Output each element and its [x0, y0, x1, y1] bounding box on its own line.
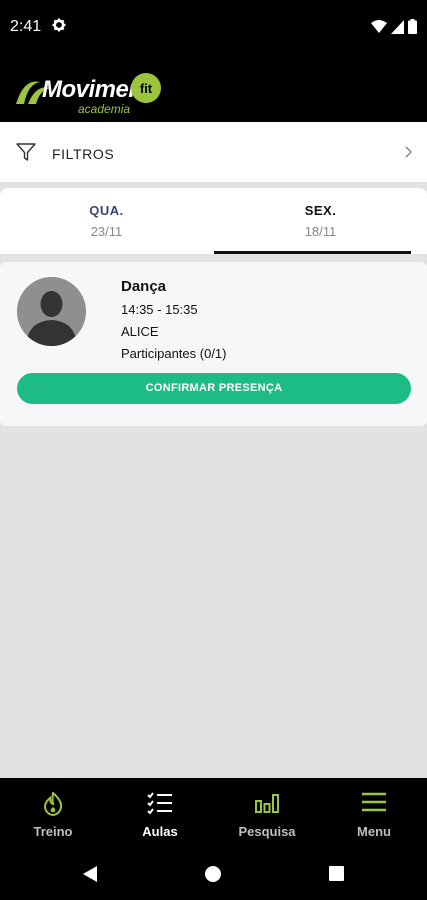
recents-icon[interactable]: [329, 866, 344, 881]
nav-label: Treino: [33, 824, 73, 839]
nav-item-treino[interactable]: Treino: [0, 778, 106, 848]
active-tab-indicator: [214, 251, 411, 254]
hamburger-menu-icon: [362, 792, 386, 812]
signal-icon: [391, 19, 404, 34]
back-icon[interactable]: [82, 865, 98, 883]
bar-chart-icon: [255, 794, 279, 813]
filter-icon: [16, 143, 36, 161]
battery-icon: [408, 19, 417, 34]
nav-label: Menu: [357, 824, 391, 839]
logo-subtext: academia: [78, 102, 131, 116]
tab-day-label: SEX.: [304, 203, 337, 218]
tab-date-label: 18/11: [304, 224, 337, 239]
class-instructor: ALICE: [121, 324, 159, 339]
nav-item-aulas[interactable]: Aulas: [107, 778, 213, 848]
nav-label: Pesquisa: [238, 824, 296, 839]
class-card: Dança 14:35 - 15:35 ALICE Participantes …: [0, 262, 427, 426]
instructor-avatar: [17, 277, 86, 346]
system-nav-bar: [0, 848, 427, 900]
nav-item-menu[interactable]: Menu: [321, 778, 427, 848]
tab-sex[interactable]: SEX. 18/11: [214, 188, 427, 254]
person-silhouette-icon: [17, 277, 86, 346]
nav-label: Aulas: [142, 824, 178, 839]
filters-label: FILTROS: [52, 146, 115, 162]
class-name: Dança: [121, 278, 167, 295]
bottom-nav: Treino Aulas Pesquisa Menu: [0, 778, 427, 848]
tab-date-label: 23/11: [90, 224, 123, 239]
app-header: Moviment fit academia: [0, 56, 427, 122]
tab-day-label: QUA.: [89, 203, 124, 218]
tab-qua[interactable]: QUA. 23/11: [0, 188, 213, 254]
checklist-icon: [147, 792, 172, 814]
class-time: 14:35 - 15:35: [121, 302, 198, 317]
settings-icon: [52, 18, 66, 32]
class-participants: Participantes (0/1): [121, 346, 227, 361]
wifi-icon: [371, 19, 387, 33]
date-tabs: QUA. 23/11 SEX. 18/11: [0, 188, 427, 254]
logo-fit-badge: fit: [131, 73, 161, 103]
home-icon[interactable]: [205, 866, 221, 882]
chevron-right-icon: [405, 146, 413, 158]
movimentfit-logo: Moviment fit academia: [14, 72, 164, 118]
nav-item-pesquisa[interactable]: Pesquisa: [214, 778, 320, 848]
confirm-attendance-button[interactable]: CONFIRMAR PRESENÇA: [17, 373, 411, 404]
flame-icon: [43, 792, 63, 816]
status-time: 2:41: [10, 18, 42, 35]
status-bar: 2:41: [0, 0, 427, 56]
logo-fit-text: fit: [140, 81, 153, 96]
filters-row[interactable]: FILTROS: [0, 122, 427, 182]
